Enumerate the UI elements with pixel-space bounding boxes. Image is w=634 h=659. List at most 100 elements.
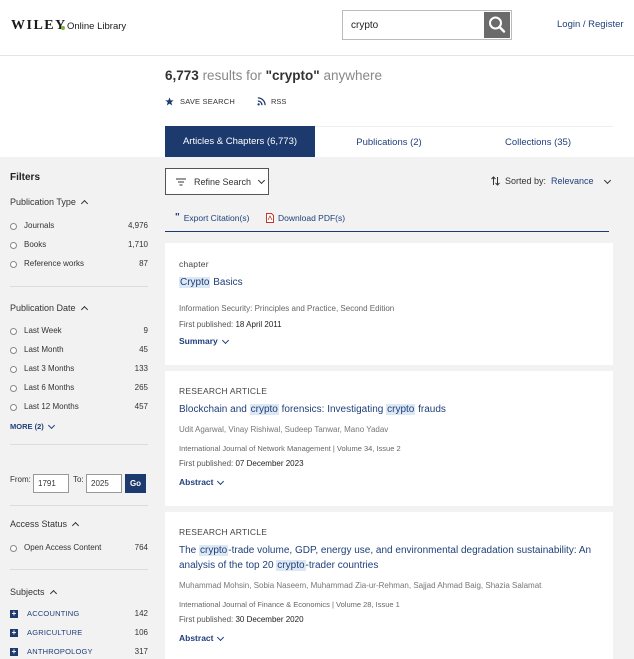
title-text: forensics: Investigating [278, 404, 387, 415]
filter-option-count: 1,710 [127, 240, 148, 249]
filter-lines-icon [176, 178, 186, 185]
radio-button[interactable] [10, 366, 17, 373]
result-title-link[interactable]: The crypto-trade volume, GDP, energy use… [179, 543, 599, 573]
search-scope: anywhere [323, 68, 382, 83]
from-label: From: [10, 475, 31, 484]
abstract-toggle[interactable]: Abstract [179, 477, 225, 487]
plus-icon[interactable]: + [10, 610, 18, 618]
result-type: chapter [179, 259, 209, 269]
filter-option[interactable]: Last 3 Months 133 [10, 364, 148, 376]
chevron-down-icon [217, 633, 225, 641]
chevron-up-icon [80, 199, 88, 208]
more-dates-button[interactable]: MORE (2) [10, 421, 55, 431]
plus-icon[interactable]: + [10, 648, 18, 656]
filter-option[interactable]: Last Week 9 [10, 326, 148, 338]
filter-publication-date-toggle[interactable]: Publication Date [10, 303, 88, 314]
sort-dropdown[interactable]: Sorted by: Relevance [491, 176, 611, 186]
sort-label: Sorted by: [505, 176, 547, 186]
filter-subjects-toggle[interactable]: Subjects [10, 587, 57, 598]
to-year-input[interactable]: 2025 [86, 474, 122, 493]
search-button[interactable] [484, 12, 510, 38]
radio-button[interactable] [10, 385, 17, 392]
result-card: chapter Crypto Basics Information Securi… [165, 243, 613, 365]
radio-button[interactable] [10, 404, 17, 411]
radio-button[interactable] [10, 347, 17, 354]
subject-item[interactable]: + AGRICULTURE 106 [10, 628, 148, 640]
download-pdfs-button[interactable]: Download PDF(s) [266, 213, 345, 223]
abstract-toggle[interactable]: Abstract [179, 633, 225, 643]
result-card: RESEARCH ARTICLE Blockchain and crypto f… [165, 371, 613, 506]
summary-label: Summary [179, 336, 218, 346]
filter-access-status-label: Access Status [10, 519, 68, 529]
published-date: 18 April 2011 [235, 320, 282, 329]
export-citations-button[interactable]: " Export Citation(s) [175, 213, 249, 224]
result-published: First published: 07 December 2023 [179, 459, 304, 468]
filter-option-count: 87 [139, 259, 148, 268]
logo-subtitle[interactable]: Online Library [67, 21, 126, 32]
published-date: 07 December 2023 [235, 459, 304, 468]
radio-button[interactable] [10, 242, 17, 249]
search-highlight: crypto [249, 404, 279, 415]
subject-label: AGRICULTURE [27, 628, 83, 637]
from-year-input[interactable]: 1791 [33, 474, 69, 493]
logo-dot-icon [61, 26, 65, 30]
tab-collections[interactable]: Collections (35) [463, 126, 613, 157]
radio-button[interactable] [10, 545, 17, 552]
tab-articles-chapters[interactable]: Articles & Chapters (6,773) [165, 126, 315, 157]
wiley-logo[interactable]: WILEY [11, 18, 67, 34]
filter-option-label: Reference works [24, 259, 85, 268]
chevron-down-icon [221, 336, 229, 344]
abstract-label: Abstract [179, 477, 214, 487]
chevron-up-icon [71, 521, 80, 530]
filter-access-status-toggle[interactable]: Access Status [10, 519, 80, 530]
subject-item[interactable]: + ANTHROPOLOGY 317 [10, 647, 148, 659]
subject-item[interactable]: + ACCOUNTING 142 [10, 609, 148, 621]
filter-option-label: Last Week [24, 326, 62, 335]
divider [10, 286, 148, 287]
filter-option[interactable]: Books 1,710 [10, 240, 148, 252]
result-source: International Journal of Network Managem… [179, 444, 401, 453]
subject-count: 317 [134, 647, 148, 656]
sort-icon [491, 176, 500, 186]
filter-option[interactable]: Last 6 Months 265 [10, 383, 148, 395]
title-text: frauds [415, 404, 446, 415]
filter-subjects-label: Subjects [10, 587, 45, 597]
radio-button[interactable] [10, 328, 17, 335]
filter-option[interactable]: Last Month 45 [10, 345, 148, 357]
go-button[interactable]: Go [125, 474, 146, 493]
published-label: First published: [179, 459, 234, 468]
divider [10, 569, 148, 570]
radio-button[interactable] [10, 223, 17, 230]
tab-publications[interactable]: Publications (2) [315, 126, 463, 157]
results-summary: 6,773 results for "crypto" anywhere [165, 68, 382, 83]
chevron-down-icon [217, 477, 225, 485]
filter-option[interactable]: Last 12 Months 457 [10, 402, 148, 414]
search-input[interactable] [343, 11, 485, 39]
filter-publication-type-toggle[interactable]: Publication Type [10, 197, 88, 208]
subject-label: ANTHROPOLOGY [27, 647, 93, 656]
filter-option-label: Open Access Content [24, 543, 102, 552]
result-title-link[interactable]: Blockchain and crypto forensics: Investi… [179, 402, 599, 417]
filter-option-label: Last 3 Months [24, 364, 75, 373]
result-title-link[interactable]: Crypto Basics [179, 275, 599, 290]
plus-icon[interactable]: + [10, 629, 18, 637]
search-icon [489, 16, 506, 33]
result-type: RESEARCH ARTICLE [179, 527, 268, 537]
chevron-down-icon [603, 176, 611, 184]
summary-toggle[interactable]: Summary [179, 336, 229, 346]
refine-search-button[interactable]: Refine Search [165, 168, 269, 195]
search-box [342, 10, 512, 40]
filter-publication-type-label: Publication Type [10, 197, 76, 207]
filter-option[interactable]: Reference works 87 [10, 259, 148, 271]
title-text: Blockchain and [179, 404, 250, 415]
filter-option[interactable]: Open Access Content 764 [10, 543, 148, 555]
filter-option-count: 4,976 [127, 221, 148, 230]
search-highlight: crypto [199, 545, 229, 556]
rss-button[interactable]: RSS [257, 97, 286, 106]
rss-label: RSS [271, 97, 287, 106]
filter-option[interactable]: Journals 4,976 [10, 221, 148, 233]
save-search-button[interactable]: SAVE SEARCH [165, 97, 235, 106]
radio-button[interactable] [10, 261, 17, 268]
title-text: The [179, 545, 200, 556]
login-register-link[interactable]: Login / Register [557, 19, 624, 30]
